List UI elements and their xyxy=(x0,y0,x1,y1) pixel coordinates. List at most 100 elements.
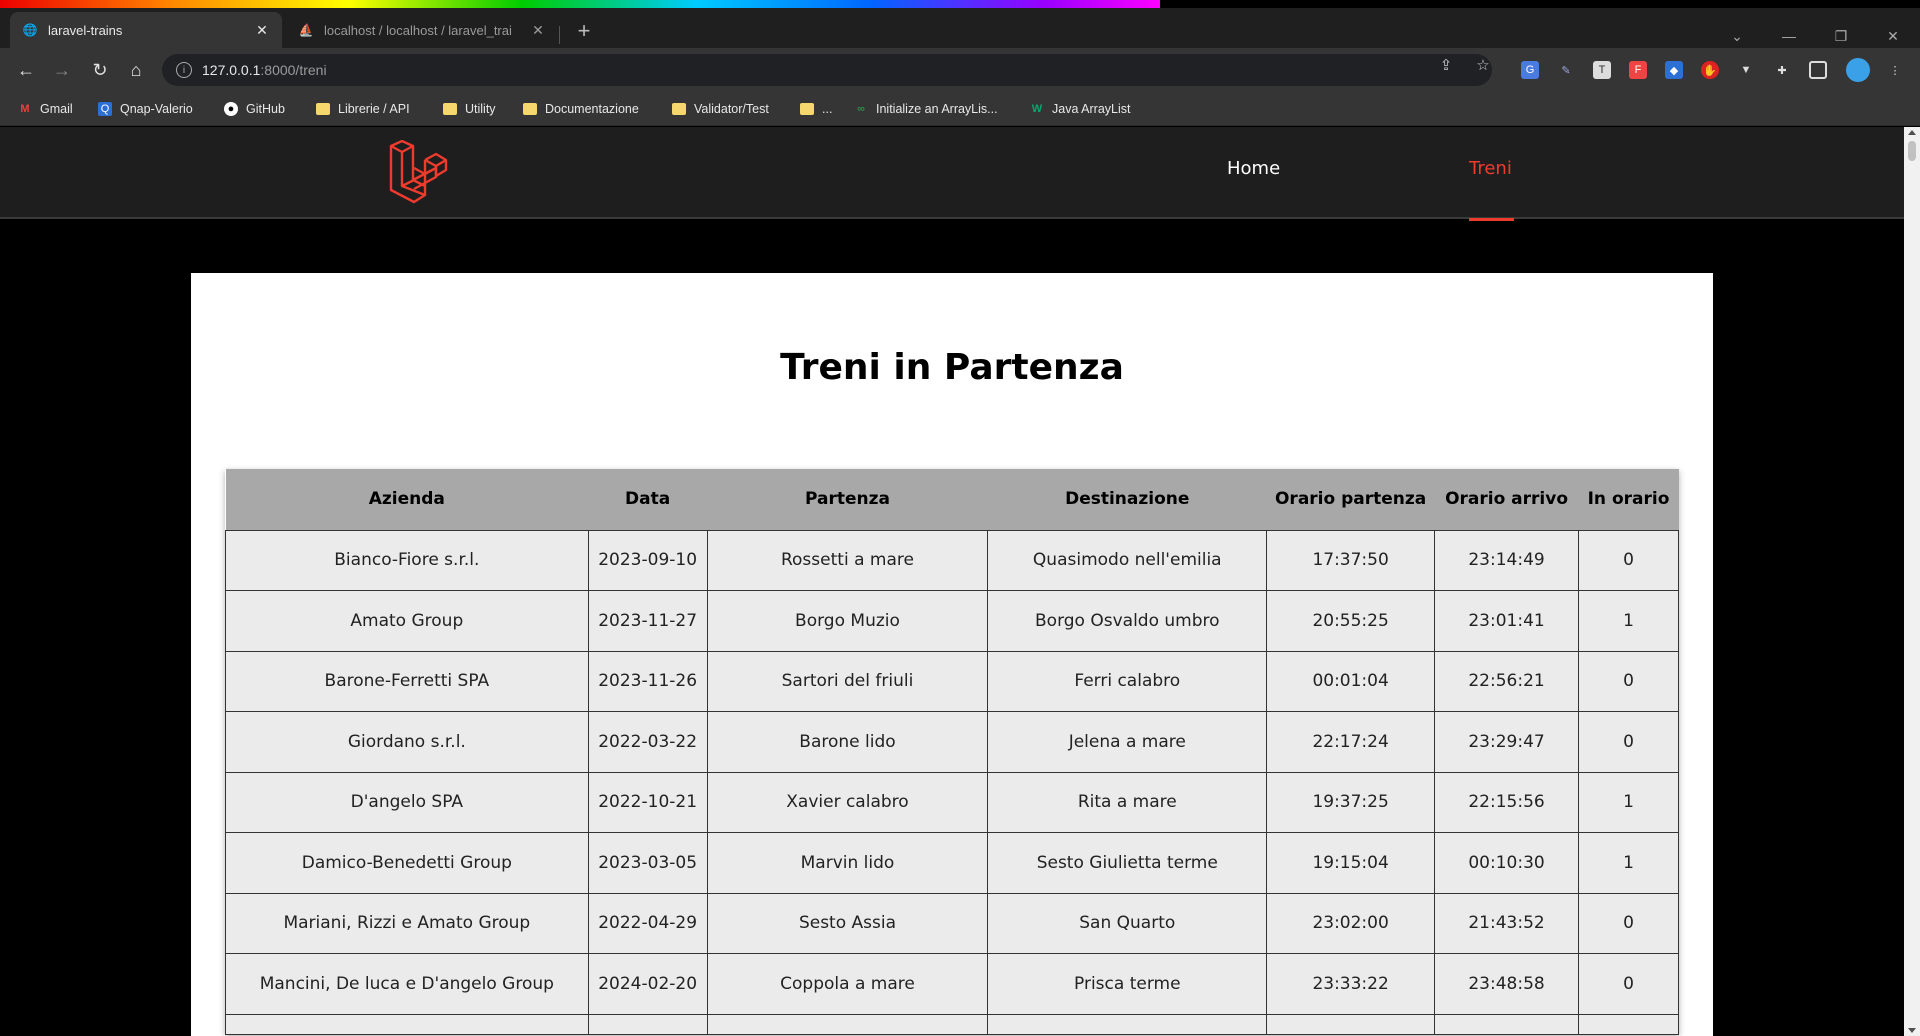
scrollbar-thumb[interactable] xyxy=(1908,141,1916,161)
cell-in-orario: 0 xyxy=(1578,711,1679,773)
address-bar[interactable]: i 127.0.0.1:8000/treni xyxy=(162,54,1492,86)
folder-icon xyxy=(523,102,537,116)
reload-button[interactable]: ↻ xyxy=(86,56,114,84)
cell-in-orario: 1 xyxy=(1578,771,1679,833)
bookmark-java-arraylist[interactable]: W Java ArrayList xyxy=(1030,100,1131,118)
cell-orario-arrivo: 23:01:41 xyxy=(1434,590,1579,652)
bookmark-github[interactable]: ● GitHub xyxy=(224,100,285,118)
column-header-azienda: Azienda xyxy=(225,469,589,530)
page-title: Treni in Partenza xyxy=(780,347,1124,388)
cell-destinazione: Rita a mare xyxy=(987,771,1268,833)
qnap-icon: Q xyxy=(98,102,112,116)
bookmark-folder-validator[interactable]: Validator/Test xyxy=(672,100,769,118)
cell-in-orario: 0 xyxy=(1578,953,1679,1015)
cell-partenza: Sesto Assia xyxy=(706,892,989,954)
column-header-orario-partenza: Orario partenza xyxy=(1266,469,1435,530)
site-info-icon[interactable]: i xyxy=(176,62,192,78)
w3schools-icon: W xyxy=(1031,103,1043,115)
cell-in-orario: 0 xyxy=(1578,892,1679,954)
browser-toolbar: ← → ↻ ⌂ i 127.0.0.1:8000/treni ⇪ ☆ G ✎ T… xyxy=(0,48,1920,92)
cell-partenza: Borgo Muzio xyxy=(706,590,989,652)
bookmark-folder-more[interactable]: ... xyxy=(800,100,832,118)
bookmark-folder-utility[interactable]: Utility xyxy=(443,100,496,118)
tab-title: laravel-trains xyxy=(48,22,123,38)
table-row: Damico-Benedetti Group 2023-03-05 Marvin l… xyxy=(225,832,1679,894)
bookmark-label: Utility xyxy=(465,102,496,116)
cell-destinazione: Jelena a mare xyxy=(987,711,1268,773)
cell-empty xyxy=(987,1013,1268,1035)
gmail-icon: M xyxy=(20,103,30,115)
share-icon[interactable]: ⇪ xyxy=(1437,56,1455,74)
bookmark-gmail[interactable]: M Gmail xyxy=(18,100,73,118)
extensions-puzzle-icon[interactable]: ✚ xyxy=(1773,61,1791,79)
cell-orario-partenza: 20:55:25 xyxy=(1266,590,1436,652)
tab-separator xyxy=(559,26,560,44)
bookmarks-bar: M Gmail Q Qnap-Valerio ● GitHub Librerie / … xyxy=(0,92,1920,126)
cell-destinazione: San Quarto xyxy=(987,892,1268,954)
bookmark-folder-documentazione[interactable]: Documentazione xyxy=(523,100,639,118)
scroll-down-arrow-icon[interactable] xyxy=(1908,1028,1916,1033)
wappalyzer-extension-icon[interactable]: ◆ xyxy=(1665,61,1683,79)
laravel-logo-icon[interactable] xyxy=(388,140,448,204)
table-row: Giordano s.r.l. 2022-03-22 Barone lido Jele… xyxy=(225,711,1679,773)
tab-laravel-trains[interactable]: 🌐 laravel-trains ✕ xyxy=(10,12,282,48)
bookmark-label: Initialize an ArrayLis... xyxy=(876,102,998,116)
bookmark-label: GitHub xyxy=(246,102,285,116)
close-icon[interactable]: ✕ xyxy=(530,22,546,39)
cell-destinazione: Sesto Giulietta terme xyxy=(987,832,1268,894)
translate-extension-icon[interactable]: G xyxy=(1521,61,1539,79)
profile-avatar[interactable] xyxy=(1846,58,1870,82)
side-panel-icon[interactable] xyxy=(1809,61,1827,79)
forward-button[interactable]: → xyxy=(48,56,76,84)
adblock-extension-icon[interactable]: ✋ xyxy=(1701,61,1719,79)
cell-partenza: Rossetti a mare xyxy=(706,529,989,591)
active-nav-indicator xyxy=(1469,218,1514,221)
bookmark-folder-librerie[interactable]: Librerie / API xyxy=(316,100,410,118)
cell-data: 2022-04-29 xyxy=(587,892,708,954)
close-icon[interactable]: ✕ xyxy=(254,22,270,39)
cell-orario-partenza: 23:02:00 xyxy=(1266,892,1436,954)
bookmark-label: Gmail xyxy=(40,102,73,116)
cell-empty xyxy=(706,1013,989,1035)
new-tab-button[interactable]: + xyxy=(572,20,596,44)
bookmark-arraylist-init[interactable]: ∞ Initialize an ArrayLis... xyxy=(854,100,998,118)
page-scrollbar[interactable] xyxy=(1904,127,1920,1036)
column-header-in-orario: In orario xyxy=(1578,469,1679,530)
back-button[interactable]: ← xyxy=(12,56,40,84)
menu-kebab-icon[interactable]: ⋮ xyxy=(1886,61,1904,79)
table-row: Bianco-Fiore s.r.l. 2023-09-10 Rossetti a … xyxy=(225,529,1679,591)
cell-destinazione: Quasimodo nell'emilia xyxy=(987,529,1268,591)
nav-home-link[interactable]: Home xyxy=(1227,158,1280,179)
cell-orario-arrivo: 22:56:21 xyxy=(1434,650,1579,712)
bookmark-star-icon[interactable]: ☆ xyxy=(1474,56,1492,74)
trains-table: Azienda Data Partenza Destinazione Orari… xyxy=(225,469,1679,1035)
cell-data: 2022-03-22 xyxy=(587,711,708,773)
scroll-up-arrow-icon[interactable] xyxy=(1908,130,1916,135)
cell-in-orario: 0 xyxy=(1578,650,1679,712)
table-row: Mariani, Rizzi e Amato Group 2022-04-29 Se… xyxy=(225,892,1679,954)
cell-orario-partenza: 23:33:22 xyxy=(1266,953,1436,1015)
eyedropper-extension-icon[interactable]: ✎ xyxy=(1557,61,1575,79)
table-row-partial xyxy=(225,1013,1679,1035)
column-header-orario-arrivo: Orario arrivo xyxy=(1434,469,1579,530)
cell-orario-arrivo: 00:10:30 xyxy=(1434,832,1579,894)
phpmyadmin-icon: ⛵ xyxy=(298,23,314,37)
folder-icon xyxy=(443,102,457,116)
cell-empty xyxy=(1434,1013,1579,1035)
tab-phpmyadmin[interactable]: ⛵ localhost / localhost / laravel_trai ✕ xyxy=(286,12,558,48)
text-extension-icon[interactable]: T xyxy=(1593,61,1611,79)
nav-treni-link[interactable]: Treni xyxy=(1469,158,1512,179)
vue-extension-icon[interactable]: ▼ xyxy=(1737,61,1755,79)
cell-orario-arrivo: 23:48:58 xyxy=(1434,953,1579,1015)
cell-in-orario: 1 xyxy=(1578,590,1679,652)
geeksforgeeks-icon: ∞ xyxy=(857,103,865,115)
bookmark-qnap[interactable]: Q Qnap-Valerio xyxy=(98,100,193,118)
cell-data: 2023-11-27 xyxy=(587,590,708,652)
cell-azienda: Mancini, De luca e D'angelo Group xyxy=(225,953,589,1015)
column-header-data: Data xyxy=(588,469,708,530)
figma-extension-icon[interactable]: F xyxy=(1629,61,1647,79)
cell-empty xyxy=(225,1013,589,1035)
table-row: Amato Group 2023-11-27 Borgo Muzio Borgo Os… xyxy=(225,590,1679,652)
cell-azienda: Bianco-Fiore s.r.l. xyxy=(225,529,589,591)
home-button[interactable]: ⌂ xyxy=(122,56,150,84)
